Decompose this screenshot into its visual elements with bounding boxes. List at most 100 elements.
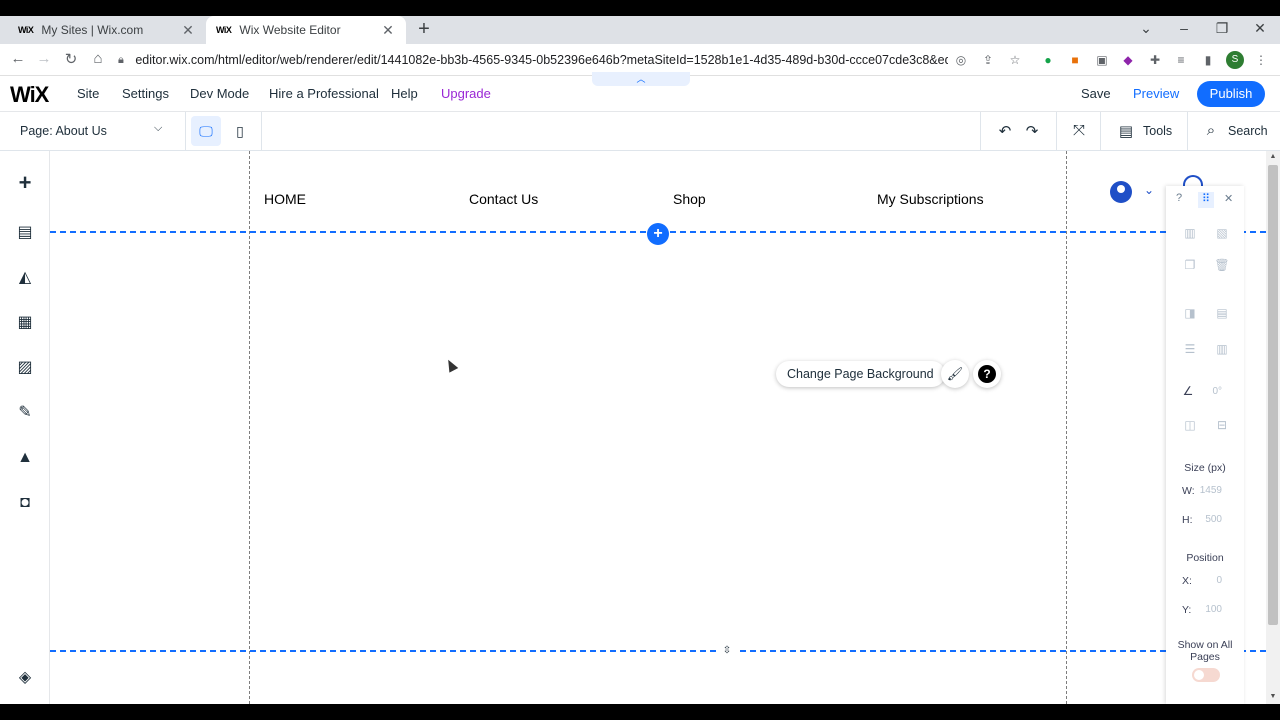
search-icon[interactable]: ⌕ [1201,122,1221,139]
change-page-background-button[interactable]: Change Page Background [776,361,945,387]
publish-button[interactable]: Publish [1197,81,1265,107]
width-label: W: [1182,485,1195,497]
close-tab-icon[interactable]: ✕ [380,22,396,39]
extension-icon[interactable]: ▣ [1094,52,1110,68]
redo-icon[interactable]: ↷ [1022,122,1042,140]
copy-icon[interactable]: ▥ [1182,226,1198,240]
preview-button[interactable]: Preview [1133,86,1179,101]
share-icon[interactable]: ⇪ [980,52,996,68]
search-button[interactable]: Search [1228,124,1268,138]
collapse-top-bar-icon[interactable]: ︿ [592,72,690,86]
nav-link-home[interactable]: HOME [264,191,306,207]
add-apps-icon[interactable]: ▦ [13,311,37,335]
color-extension-icon[interactable]: ◆ [1120,52,1136,68]
profile-avatar[interactable]: S [1226,51,1244,69]
delete-icon[interactable]: 🗑︎ [1214,258,1230,272]
rss-extension-icon[interactable]: ■ [1067,52,1083,68]
mobile-view-icon[interactable]: ▯ [225,116,255,146]
menu-hire-professional[interactable]: Hire a Professional [269,86,379,101]
tools-button[interactable]: Tools [1143,124,1172,138]
menu-help[interactable]: Help [391,86,418,101]
grammarly-extension-icon[interactable]: ● [1040,52,1056,68]
forward-icon[interactable]: → [34,50,54,67]
menu-site[interactable]: Site [77,86,99,101]
menu-settings[interactable]: Settings [122,86,169,101]
new-tab-icon[interactable]: + [414,18,434,41]
x-label: X: [1182,575,1192,587]
add-section-icon[interactable]: + [647,223,669,245]
browser-tab-my-sites[interactable]: WiX My Sites | Wix.com ✕ [8,16,206,44]
url-field[interactable]: 🔒︎ editor.wix.com/html/editor/web/render… [118,48,948,72]
media-icon[interactable]: ▨ [13,356,37,380]
panel-help-icon[interactable]: ? [1176,192,1182,204]
left-gridline [249,151,250,704]
close-panel-icon[interactable]: ✕ [1224,192,1233,205]
stretch-handle-icon[interactable]: ⇳ [717,643,737,659]
scroll-down-icon[interactable]: ▼ [1268,693,1278,700]
nav-link-shop[interactable]: Shop [673,191,706,207]
y-label: Y: [1182,604,1192,616]
editor-canvas[interactable]: HOME Contact Us Shop My Subscriptions ⌄ … [50,151,1266,704]
flip-horizontal-icon[interactable]: ◫ [1182,418,1198,432]
zoom-out-icon[interactable]: ⤧ [1069,122,1089,139]
side-panel-icon[interactable]: ▮ [1200,52,1216,68]
close-tab-icon[interactable]: ✕ [180,22,196,39]
wix-logo[interactable]: WiX [10,82,49,108]
back-icon[interactable]: ← [8,50,28,67]
pages-menu-icon[interactable]: ▤ [13,221,37,245]
height-field[interactable]: 500 [1205,514,1222,525]
paintbrush-icon[interactable]: 🖌︎ [941,360,969,388]
page-selector[interactable]: Page: About Us [20,124,107,138]
browser-tab-wix-editor[interactable]: WiX Wix Website Editor ✕ [206,16,406,44]
app-market-icon[interactable]: ◘ [13,491,37,515]
match-size-icon[interactable]: ▥ [1214,342,1230,356]
lock-icon: 🔒︎ [118,53,124,66]
save-button[interactable]: Save [1081,86,1111,101]
eye-off-icon[interactable]: ◎ [953,52,969,68]
chevron-down-icon[interactable]: ⌄ [1144,183,1154,197]
x-field[interactable]: 0 [1216,575,1222,586]
arrange-icon[interactable]: ◨ [1182,306,1198,320]
width-field[interactable]: 1459 [1200,485,1222,496]
distribute-icon[interactable]: ☰ [1182,342,1198,356]
site-design-icon[interactable]: ◭ [13,266,37,290]
reading-list-icon[interactable]: ≡ [1173,52,1189,68]
tab-search-icon[interactable]: ⌄ [1136,20,1156,37]
y-field[interactable]: 100 [1205,604,1222,615]
paste-icon[interactable]: ▧ [1214,226,1230,240]
menu-dev-mode[interactable]: Dev Mode [190,86,249,101]
scroll-thumb[interactable] [1268,165,1278,625]
help-button[interactable]: ? [973,360,1001,388]
tools-icon[interactable]: ▤ [1116,122,1136,140]
reload-icon[interactable]: ↻ [61,50,81,68]
desktop-view-icon[interactable]: 🖵︎ [191,116,221,146]
layers-icon[interactable]: ◈ [13,666,37,690]
nav-link-my-subscriptions[interactable]: My Subscriptions [877,191,984,207]
blog-pen-icon[interactable]: ✎ [13,401,37,425]
duplicate-icon[interactable]: ❐ [1182,258,1198,272]
align-icon[interactable]: ▤ [1214,306,1230,320]
flip-vertical-icon[interactable]: ⊟ [1214,418,1230,432]
store-bag-icon[interactable]: ▲ [13,446,37,470]
restore-icon[interactable]: ❐ [1212,20,1232,37]
undo-icon[interactable]: ↶ [995,122,1015,140]
more-menu-icon[interactable]: ⋮ [1253,52,1269,68]
tab-title: Wix Website Editor [239,23,341,37]
rotation-value[interactable]: 0° [1212,386,1222,397]
canvas-scrollbar[interactable]: ▲ ▼ [1266,151,1280,704]
scroll-up-icon[interactable]: ▲ [1268,153,1278,160]
nav-link-contact-us[interactable]: Contact Us [469,191,538,207]
wix-favicon-icon: WiX [216,25,232,35]
add-elements-icon[interactable]: + [13,171,37,195]
show-on-all-pages-toggle[interactable] [1192,668,1220,682]
close-window-icon[interactable]: ✕ [1250,20,1270,37]
properties-panel: ? ⠿ ✕ ▥ ▧ ❐ 🗑︎ ◨ ▤ ☰ ▥ ∠ 0° ◫ ⊟ Size (px… [1166,186,1244,704]
home-icon[interactable]: ⌂ [88,50,108,67]
drag-handle-icon[interactable]: ⠿ [1198,192,1214,208]
minimize-icon[interactable]: – [1174,20,1194,36]
menu-upgrade[interactable]: Upgrade [441,86,491,101]
chevron-down-icon[interactable]: ⌵ [154,122,162,135]
member-login-icon[interactable] [1110,181,1132,203]
bookmark-star-icon[interactable]: ☆ [1007,52,1023,68]
puzzle-extensions-icon[interactable]: ✚ [1147,52,1163,68]
